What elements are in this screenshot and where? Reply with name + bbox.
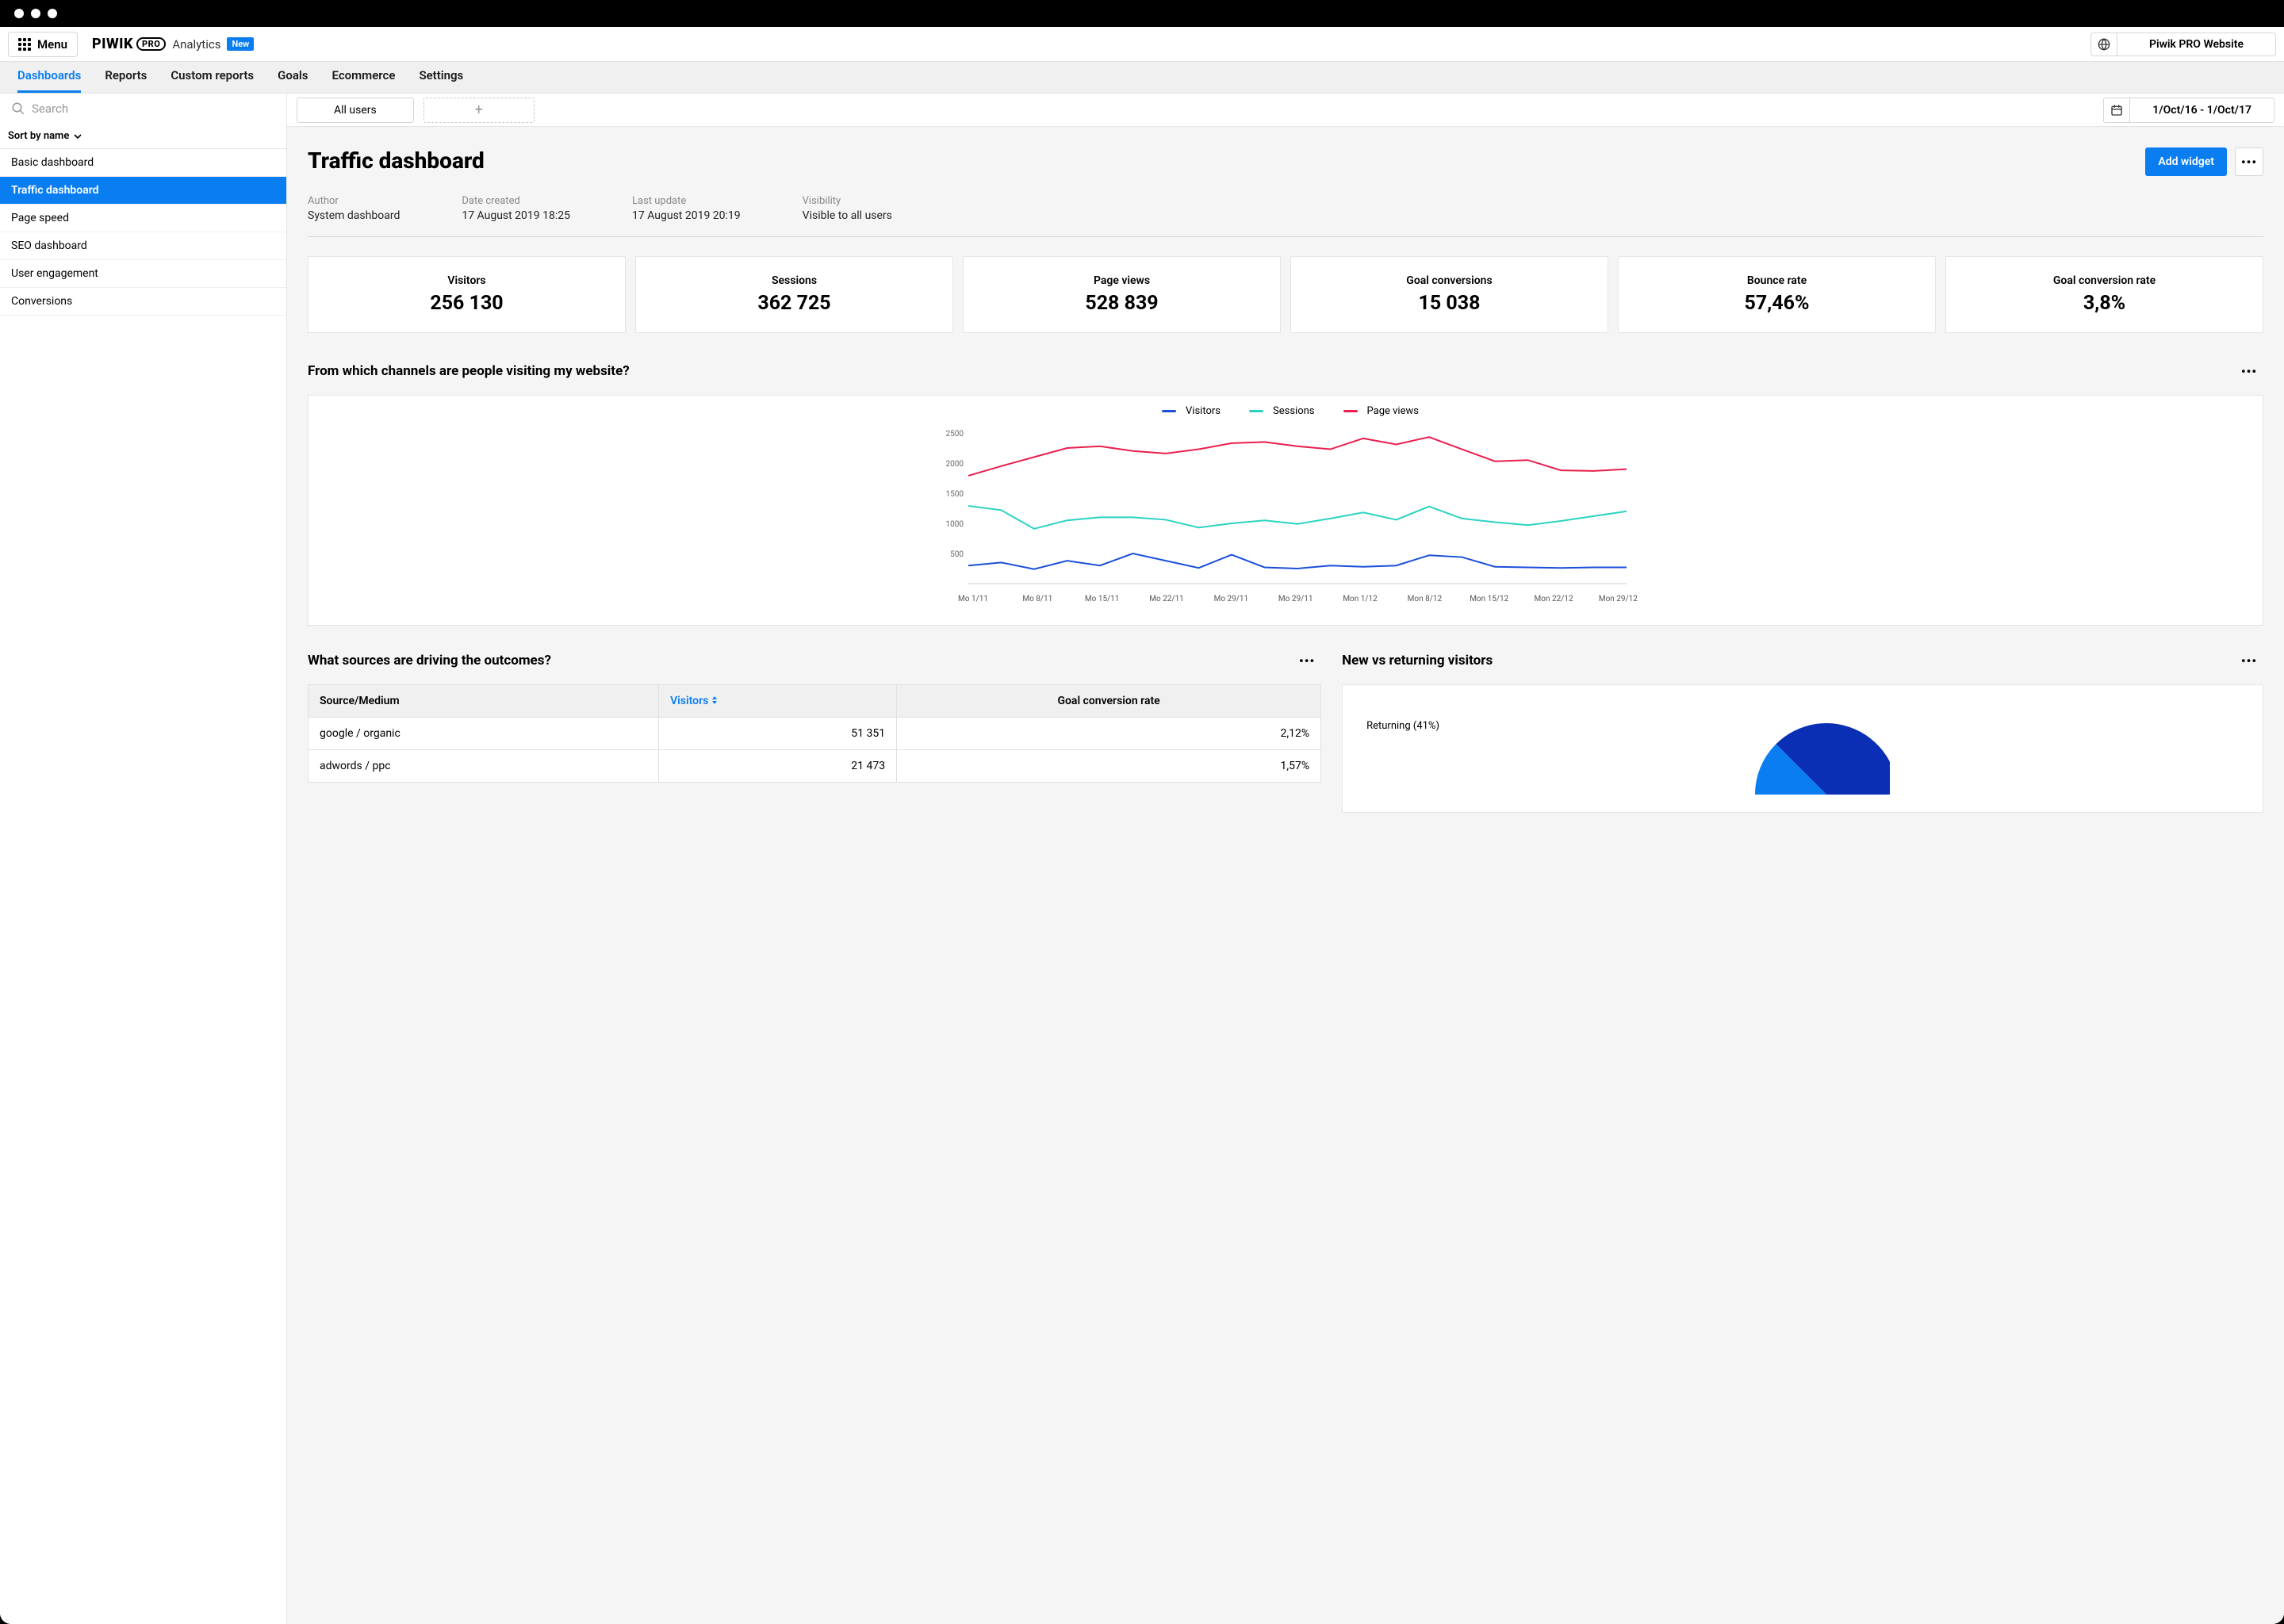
site-name: Piwik PRO Website <box>2149 38 2244 51</box>
piwik-logo: PIWIK PRO <box>92 36 166 52</box>
sidebar-item-user-engagement[interactable]: User engagement <box>0 260 286 288</box>
svg-text:500: 500 <box>950 550 964 559</box>
site-selector[interactable]: Piwik PRO Website <box>2117 33 2276 56</box>
nav-custom-reports[interactable]: Custom reports <box>171 68 254 93</box>
returning-more-button[interactable]: ••• <box>2235 646 2263 675</box>
svg-text:Mon 29/12: Mon 29/12 <box>1599 595 1638 603</box>
nav-dashboards[interactable]: Dashboards <box>17 68 81 93</box>
col-source[interactable]: Source/Medium <box>308 685 659 718</box>
channels-widget-title: From which channels are people visiting … <box>308 363 630 379</box>
calendar-icon <box>2110 104 2123 117</box>
svg-text:Mon 15/12: Mon 15/12 <box>1470 595 1508 603</box>
kpi-grid: Visitors256 130Sessions362 725Page views… <box>308 256 2263 333</box>
svg-text:1000: 1000 <box>946 520 964 529</box>
kpi-card: Goal conversions15 038 <box>1290 256 1608 333</box>
brand-block: PIWIK PRO Analytics New <box>92 36 254 52</box>
col-rate[interactable]: Goal conversion rate <box>897 685 1321 718</box>
svg-text:Mo 29/11: Mo 29/11 <box>1214 595 1249 603</box>
calendar-icon-box[interactable] <box>2103 98 2130 123</box>
sidebar-item-basic-dashboard[interactable]: Basic dashboard <box>0 149 286 177</box>
min-dot[interactable] <box>31 9 40 18</box>
menu-label: Menu <box>37 37 67 52</box>
sources-table: Source/Medium Visitors Goal conversion r… <box>308 684 1321 783</box>
nav-settings[interactable]: Settings <box>419 68 463 93</box>
nav-ecommerce[interactable]: Ecommerce <box>332 68 396 93</box>
svg-text:Mon 1/12: Mon 1/12 <box>1343 595 1378 603</box>
menu-button[interactable]: Menu <box>8 32 78 57</box>
search-icon <box>11 102 25 116</box>
table-row[interactable]: adwords / ppc21 4731,57% <box>308 750 1321 783</box>
nav-goals[interactable]: Goals <box>278 68 308 93</box>
search-placeholder: Search <box>32 102 68 116</box>
kpi-card: Bounce rate57,46% <box>1618 256 1936 333</box>
max-dot[interactable] <box>48 9 57 18</box>
sidebar-item-page-speed[interactable]: Page speed <box>0 205 286 232</box>
svg-text:2500: 2500 <box>946 430 964 439</box>
sources-widget-title: What sources are driving the outcomes? <box>308 653 551 668</box>
sidebar: Search Sort by name Basic dashboardTraff… <box>0 94 287 1624</box>
topbar: Menu PIWIK PRO Analytics New Piwik PRO W… <box>0 27 2284 62</box>
nav-reports[interactable]: Reports <box>105 68 147 93</box>
svg-text:2000: 2000 <box>946 460 964 469</box>
sidebar-item-seo-dashboard[interactable]: SEO dashboard <box>0 232 286 260</box>
sidebar-item-traffic-dashboard[interactable]: Traffic dashboard <box>0 177 286 205</box>
kpi-card: Sessions362 725 <box>635 256 953 333</box>
svg-text:Mon 22/12: Mon 22/12 <box>1535 595 1573 603</box>
add-widget-button[interactable]: Add widget <box>2145 147 2227 176</box>
returning-chart: Returning (41%) <box>1342 684 2263 813</box>
svg-text:Mon 8/12: Mon 8/12 <box>1408 595 1443 603</box>
returning-widget-title: New vs returning visitors <box>1342 653 1493 668</box>
sidebar-item-conversions[interactable]: Conversions <box>0 288 286 316</box>
date-range-selector[interactable]: 1/Oct/16 - 1/Oct/17 <box>2130 98 2274 123</box>
kpi-card: Goal conversion rate3,8% <box>1945 256 2263 333</box>
grid-icon <box>18 38 31 51</box>
add-segment-button[interactable]: + <box>423 98 535 123</box>
svg-text:Mo 8/11: Mo 8/11 <box>1022 595 1052 603</box>
site-selector-icon-box[interactable] <box>2090 33 2117 56</box>
kpi-card: Page views528 839 <box>963 256 1281 333</box>
filter-bar: All users + 1/Oct/16 - 1/Oct/17 <box>287 94 2284 127</box>
channels-more-button[interactable]: ••• <box>2235 357 2263 385</box>
kpi-card: Visitors256 130 <box>308 256 626 333</box>
segment-button[interactable]: All users <box>297 98 414 123</box>
returning-slice-label: Returning (41%) <box>1366 720 1439 732</box>
svg-text:Mo 29/11: Mo 29/11 <box>1278 595 1313 603</box>
svg-text:Mo 1/11: Mo 1/11 <box>958 595 988 603</box>
svg-text:Mo 22/11: Mo 22/11 <box>1149 595 1184 603</box>
col-visitors[interactable]: Visitors <box>659 685 897 718</box>
close-dot[interactable] <box>14 9 24 18</box>
main-nav: Dashboards Reports Custom reports Goals Ecom… <box>0 62 2284 94</box>
sort-icon <box>711 696 718 704</box>
new-badge: New <box>227 37 254 51</box>
sort-dropdown[interactable]: Sort by name <box>0 124 286 149</box>
svg-text:1500: 1500 <box>946 490 964 499</box>
svg-text:Mo 15/11: Mo 15/11 <box>1085 595 1120 603</box>
product-label: Analytics <box>172 37 220 52</box>
chevron-down-icon <box>74 134 82 139</box>
search-input[interactable]: Search <box>0 94 286 124</box>
dashboard-more-button[interactable]: ••• <box>2235 147 2263 176</box>
globe-icon <box>2098 38 2110 51</box>
sources-more-button[interactable]: ••• <box>1293 646 1321 675</box>
window-titlebar <box>0 0 2284 27</box>
channels-chart: VisitorsSessionsPage views 5001000150020… <box>308 395 2263 626</box>
page-title: Traffic dashboard <box>308 147 485 174</box>
table-row[interactable]: google / organic51 3512,12% <box>308 718 1321 750</box>
dashboard-meta: AuthorSystem dashboard Date created17 Au… <box>308 195 2263 237</box>
